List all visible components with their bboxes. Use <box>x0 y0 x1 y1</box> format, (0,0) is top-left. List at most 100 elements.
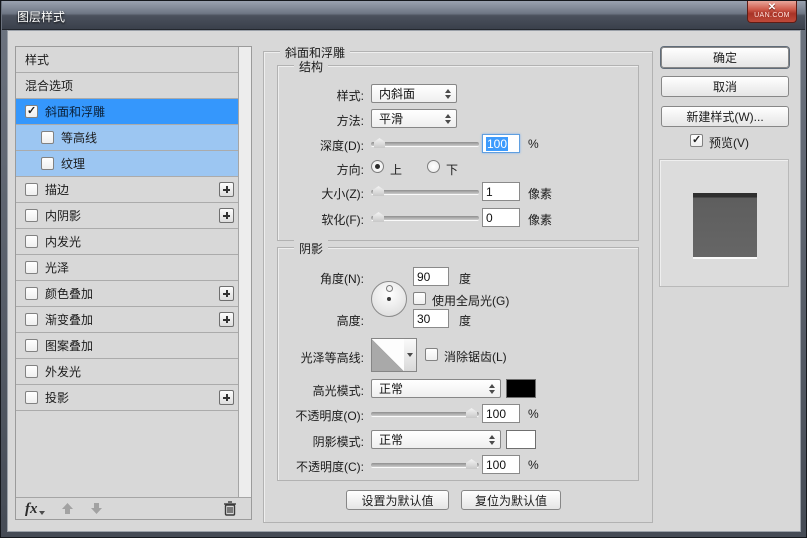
highlight-color-swatch[interactable] <box>506 379 536 398</box>
sidebar-item-label: 纹理 <box>61 155 85 172</box>
sidebar-item-satin[interactable]: 光泽 <box>16 255 239 281</box>
direction-up-radio[interactable] <box>371 160 384 173</box>
cancel-button[interactable]: 取消 <box>661 76 789 97</box>
shadow-opacity-label: 不透明度(C): <box>263 458 364 475</box>
sidebar-item-label: 颜色叠加 <box>45 285 93 302</box>
use-global-light-label: 使用全局光(G) <box>432 292 509 309</box>
watermark: UAN.COM <box>754 12 790 20</box>
checkbox-icon[interactable] <box>25 339 38 352</box>
soften-input[interactable] <box>482 208 520 227</box>
use-global-light-checkbox[interactable] <box>413 292 426 305</box>
move-down-button[interactable] <box>90 502 103 515</box>
sidebar-item-color-overlay[interactable]: 颜色叠加 <box>16 281 239 307</box>
updown-arrows-icon <box>489 435 495 445</box>
sidebar-item-label: 样式 <box>25 51 49 68</box>
checkbox-checked-icon[interactable] <box>25 105 38 118</box>
size-input[interactable] <box>482 182 520 201</box>
preview-panel <box>659 159 789 287</box>
gloss-contour-dropdown-button[interactable] <box>404 338 417 372</box>
sidebar-item-label: 渐变叠加 <box>45 311 93 328</box>
highlight-opacity-slider[interactable] <box>371 412 479 417</box>
move-up-button[interactable] <box>61 502 74 515</box>
set-defaults-button[interactable]: 设置为默认值 <box>346 490 449 510</box>
depth-label: 深度(D): <box>263 137 364 154</box>
altitude-label: 高度: <box>263 312 364 329</box>
checkbox-icon[interactable] <box>25 261 38 274</box>
depth-input[interactable]: 100 <box>482 134 520 153</box>
fx-menu-button[interactable]: fx <box>25 502 38 516</box>
size-label: 大小(Z): <box>263 185 364 202</box>
sidebar-item-blending-options[interactable]: 混合选项 <box>16 73 239 99</box>
shadow-opacity-slider[interactable] <box>371 463 479 468</box>
checkbox-icon[interactable] <box>25 183 38 196</box>
highlight-mode-value: 正常 <box>379 380 403 397</box>
checkbox-icon[interactable] <box>25 365 38 378</box>
angle-dial[interactable] <box>371 281 407 317</box>
styles-sidebar: 样式 混合选项 斜面和浮雕 等高线 纹理 描边 <box>15 46 252 520</box>
delete-effect-button[interactable] <box>223 501 237 516</box>
sidebar-item-label: 投影 <box>45 389 69 406</box>
checkbox-icon[interactable] <box>25 209 38 222</box>
sidebar-item-stroke[interactable]: 描边 <box>16 177 239 203</box>
up-arrow-icon <box>61 502 74 515</box>
technique-select[interactable]: 平滑 <box>371 109 457 128</box>
sidebar-scrollbar[interactable] <box>238 47 251 498</box>
sidebar-item-inner-shadow[interactable]: 内阴影 <box>16 203 239 229</box>
sidebar-item-drop-shadow[interactable]: 投影 <box>16 385 239 411</box>
new-style-button[interactable]: 新建样式(W)... <box>661 106 789 127</box>
gloss-contour-thumbnail[interactable] <box>371 338 405 372</box>
checkbox-icon[interactable] <box>25 391 38 404</box>
sidebar-item-bevel-emboss[interactable]: 斜面和浮雕 <box>16 99 239 125</box>
soften-slider[interactable] <box>371 216 479 221</box>
sidebar-item-contour[interactable]: 等高线 <box>16 125 239 151</box>
reset-defaults-button[interactable]: 复位为默认值 <box>461 490 561 510</box>
direction-down-radio[interactable] <box>427 160 440 173</box>
depth-slider[interactable] <box>371 142 479 147</box>
highlight-mode-label: 高光模式: <box>263 382 364 399</box>
titlebar[interactable]: 图层样式 ✕ UAN.COM <box>2 1 805 30</box>
sidebar-item-inner-glow[interactable]: 内发光 <box>16 229 239 255</box>
sidebar-item-label: 外发光 <box>45 363 81 380</box>
dialog-title: 图层样式 <box>17 8 65 25</box>
add-effect-icon[interactable] <box>219 286 234 301</box>
technique-label: 方法: <box>263 112 364 129</box>
gloss-contour-label: 光泽等高线: <box>263 349 364 366</box>
checkbox-icon[interactable] <box>25 235 38 248</box>
sidebar-item-label: 等高线 <box>61 129 97 146</box>
ok-button[interactable]: 确定 <box>661 47 789 68</box>
shadow-mode-select[interactable]: 正常 <box>371 430 501 449</box>
close-button[interactable]: ✕ UAN.COM <box>747 1 797 23</box>
angle-input[interactable] <box>413 267 449 286</box>
sidebar-item-gradient-overlay[interactable]: 渐变叠加 <box>16 307 239 333</box>
preview-label: 预览(V) <box>709 134 749 151</box>
shadow-opacity-input[interactable] <box>482 455 520 474</box>
checkbox-icon[interactable] <box>25 313 38 326</box>
style-select[interactable]: 内斜面 <box>371 84 457 103</box>
shadow-mode-value: 正常 <box>379 431 403 448</box>
depth-unit: % <box>528 137 539 151</box>
add-effect-icon[interactable] <box>219 182 234 197</box>
highlight-opacity-input[interactable] <box>482 404 520 423</box>
chevron-down-icon <box>407 353 413 357</box>
add-effect-icon[interactable] <box>219 208 234 223</box>
add-effect-icon[interactable] <box>219 312 234 327</box>
updown-arrows-icon <box>445 114 451 124</box>
altitude-input[interactable] <box>413 309 449 328</box>
checkbox-icon[interactable] <box>41 131 54 144</box>
sidebar-item-texture[interactable]: 纹理 <box>16 151 239 177</box>
shadow-mode-label: 阴影模式: <box>263 433 364 450</box>
trash-icon <box>223 501 237 516</box>
preview-checkbox[interactable] <box>690 134 703 147</box>
angle-label: 角度(N): <box>263 270 364 287</box>
checkbox-icon[interactable] <box>25 287 38 300</box>
sidebar-item-pattern-overlay[interactable]: 图案叠加 <box>16 333 239 359</box>
highlight-mode-select[interactable]: 正常 <box>371 379 501 398</box>
anti-alias-checkbox[interactable] <box>425 348 438 361</box>
sidebar-item-outer-glow[interactable]: 外发光 <box>16 359 239 385</box>
sidebar-item-label: 描边 <box>45 181 69 198</box>
sidebar-item-styles[interactable]: 样式 <box>16 47 239 73</box>
shadow-color-swatch[interactable] <box>506 430 536 449</box>
add-effect-icon[interactable] <box>219 390 234 405</box>
size-slider[interactable] <box>371 190 479 195</box>
checkbox-icon[interactable] <box>41 157 54 170</box>
